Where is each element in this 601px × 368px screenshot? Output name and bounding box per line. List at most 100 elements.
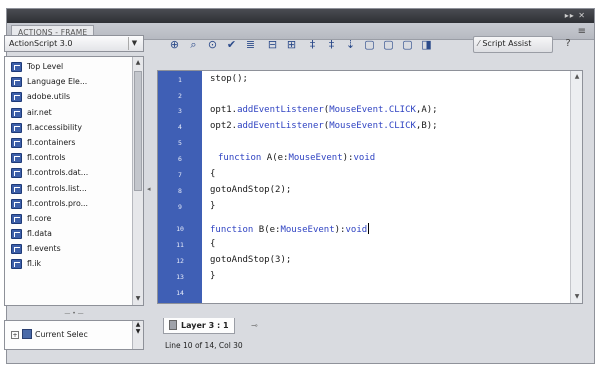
code-hint-icon[interactable]: ⊟ — [265, 37, 280, 52]
book-icon — [11, 213, 22, 224]
code-line: opt2.addEventListener(MouseEvent.CLICK,B… — [210, 121, 438, 131]
scroll-down-icon[interactable]: ▼ — [571, 291, 582, 303]
script-editor[interactable]: 1 2 3 4 5 6 7 8 9 10 11 12 13 14 stop(); opt1.addEven… — [157, 70, 583, 304]
line-number: 6 — [178, 155, 182, 163]
tree-item[interactable]: Top Level — [5, 59, 143, 74]
script-tab-bar: Layer 3 : 1 ⊸ — [157, 318, 583, 334]
tree-item[interactable]: fl.containers — [5, 135, 143, 150]
collapse-selection-icon[interactable]: ‡ — [324, 37, 339, 52]
code-line: gotoAndStop(2); — [210, 185, 292, 195]
scroll-up-icon[interactable]: ▲ — [571, 71, 582, 83]
line-number-gutter: 1 2 3 4 5 6 7 8 9 10 11 12 13 14 — [158, 71, 202, 303]
package-tree: Top Level Language Ele... adobe.utils ai… — [4, 56, 144, 306]
debug-options-icon[interactable]: ⊞ — [284, 37, 299, 52]
help-button[interactable]: ? — [559, 36, 577, 53]
book-icon — [11, 259, 22, 270]
line-number: 12 — [176, 257, 184, 265]
line-number: 1 — [178, 76, 182, 84]
apply-block-comment-icon[interactable]: ▢ — [362, 37, 377, 52]
find-icon[interactable]: ⌕ — [186, 37, 201, 52]
line-number: 3 — [178, 107, 182, 115]
code-line: gotoAndStop(3); — [210, 255, 292, 265]
expand-all-icon[interactable]: ⇣ — [343, 37, 358, 52]
script-nav-item[interactable]: + Current Selec — [11, 329, 88, 339]
scroll-thumb[interactable] — [134, 71, 142, 191]
line-number: 5 — [178, 139, 182, 147]
tree-item[interactable]: fl.controls — [5, 150, 143, 165]
add-statement-icon[interactable]: ⊕ — [167, 37, 182, 52]
tree-scrollbar[interactable]: ▲ ▼ — [132, 57, 143, 305]
editor-toolbar: ⊕ ⌕ ⊙ ✔ ≣ ⊟ ⊞ ‡ ‡ ⇣ ▢ ▢ ▢ ◨ ⁄ Script Assi… — [155, 34, 583, 56]
script-navigator: + Current Selec ▲ ▼ — [4, 320, 144, 350]
collapse-arrow-icon[interactable]: ◂ — [147, 185, 151, 193]
remove-comment-icon[interactable]: ▢ — [400, 37, 415, 52]
book-icon — [11, 244, 22, 255]
tree-item[interactable]: fl.accessibility — [5, 120, 143, 135]
tree-item[interactable]: Language Ele... — [5, 74, 143, 89]
auto-format-icon[interactable]: ≣ — [243, 37, 258, 52]
show-hide-toolbox-icon[interactable]: ◨ — [419, 37, 434, 52]
book-icon — [11, 62, 22, 72]
scroll-down-icon[interactable]: ▼ — [133, 293, 143, 305]
tree-item[interactable]: fl.events — [5, 241, 143, 256]
book-icon — [11, 183, 22, 194]
layer-script-tab[interactable]: Layer 3 : 1 — [163, 318, 235, 334]
panel-splitter[interactable]: — • — — [4, 311, 144, 317]
actions-toolbox: ActionScript 3.0 ▼ Top Level Language El… — [4, 35, 144, 351]
line-number: 13 — [176, 273, 184, 281]
tree-item[interactable]: adobe.utils — [5, 89, 143, 104]
script-assist-button[interactable]: ⁄ Script Assist — [473, 36, 553, 53]
book-icon — [11, 122, 22, 133]
status-bar: Line 10 of 14, Col 30 — [165, 341, 243, 350]
book-icon — [11, 107, 22, 118]
language-version-value: ActionScript 3.0 — [9, 39, 73, 48]
code-line: { — [210, 239, 216, 249]
collapse-between-braces-icon[interactable]: ‡ — [305, 37, 320, 52]
editor-scrollbar[interactable]: ▲ ▼ — [570, 71, 582, 303]
scroll-up-icon[interactable]: ▲ — [133, 57, 143, 69]
book-icon — [11, 198, 22, 209]
wand-icon: ⁄ — [478, 39, 480, 48]
code-line: opt1.addEventListener(MouseEvent.CLICK,A… — [210, 105, 438, 115]
book-icon — [11, 153, 22, 164]
apply-line-comment-icon[interactable]: ▢ — [381, 37, 396, 52]
tree-item[interactable]: fl.data — [5, 226, 143, 241]
book-icon — [11, 77, 22, 88]
script-doc-icon — [22, 329, 32, 339]
code-line: } — [210, 201, 216, 211]
book-icon — [11, 168, 22, 179]
tree-item[interactable]: air.net — [5, 105, 143, 120]
code-line: stop(); — [210, 74, 248, 84]
line-number: 9 — [178, 203, 182, 211]
expand-icon[interactable]: + — [11, 331, 19, 339]
panel-divider[interactable]: ◂ — [146, 35, 152, 351]
code-area[interactable]: stop(); opt1.addEventListener(MouseEvent… — [210, 71, 568, 303]
tree-item[interactable]: fl.controls.list... — [5, 181, 143, 196]
book-icon — [11, 137, 22, 148]
panel-title-bar[interactable]: ▸▸ ✕ — [7, 9, 594, 23]
code-line: { — [210, 169, 216, 179]
tree-item[interactable]: fl.controls.dat... — [5, 165, 143, 180]
line-number: 10 — [176, 225, 184, 233]
line-number: 7 — [178, 171, 182, 179]
tree-item[interactable]: fl.controls.pro... — [5, 196, 143, 211]
text-caret — [368, 223, 370, 234]
code-line: function A(e:MouseEvent):void — [218, 153, 376, 163]
pin-script-icon[interactable]: ⊸ — [251, 321, 258, 330]
script-nav-scrollbar[interactable]: ▲ ▼ — [132, 321, 143, 349]
code-line: function B(e:MouseEvent):void — [210, 223, 370, 235]
book-icon — [11, 229, 22, 240]
tree-item[interactable]: fl.core — [5, 211, 143, 226]
frame-icon — [169, 320, 177, 330]
language-version-select[interactable]: ActionScript 3.0 ▼ — [4, 35, 144, 52]
check-syntax-icon[interactable]: ✔ — [224, 37, 239, 52]
book-icon — [11, 92, 22, 103]
line-number: 11 — [176, 241, 184, 249]
tree-item[interactable]: fl.ik — [5, 256, 143, 271]
line-number: 4 — [178, 123, 182, 131]
insert-target-path-icon[interactable]: ⊙ — [205, 37, 220, 52]
code-line: } — [210, 271, 216, 281]
chevron-down-icon[interactable]: ▼ — [128, 37, 140, 50]
line-number: 2 — [178, 92, 182, 100]
collapse-grip-icon[interactable]: ▸▸ ✕ — [565, 11, 586, 20]
